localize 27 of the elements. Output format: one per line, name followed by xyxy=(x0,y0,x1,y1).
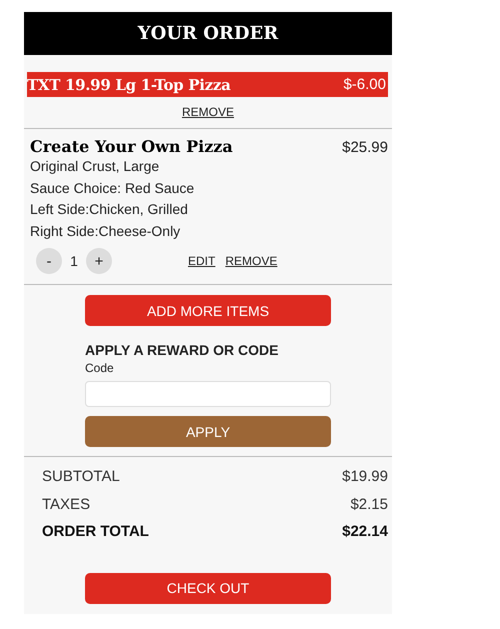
total-label: ORDER TOTAL xyxy=(42,522,149,542)
increase-button[interactable]: + xyxy=(86,248,112,274)
item-detail: Sauce Choice: Red Sauce xyxy=(30,178,196,198)
total-label: SUBTOTAL xyxy=(42,467,120,487)
total-value: $2.15 xyxy=(350,494,388,514)
remove-link[interactable]: REMOVE xyxy=(182,105,234,119)
code-field[interactable] xyxy=(85,381,331,407)
edit-link[interactable]: EDIT xyxy=(188,254,216,268)
item-detail: Original Crust, Large xyxy=(30,157,160,176)
coupon-name: TXT 19.99 Lg 1-Top Pizza xyxy=(27,76,231,94)
total-value: $19.99 xyxy=(342,467,388,487)
total-label: TAXES xyxy=(42,494,90,514)
order-title: YOUR ORDER xyxy=(138,23,278,44)
reward-heading: APPLY A REWARD OR CODE xyxy=(85,342,280,358)
item-price: $25.99 xyxy=(342,139,388,156)
decrease-button[interactable]: - xyxy=(36,248,62,274)
apply-button[interactable]: APPLY xyxy=(85,416,331,447)
code-label: Code xyxy=(85,361,115,375)
coupon-amount: $-6.00 xyxy=(343,76,387,93)
item-detail: Left Side:Chicken, Grilled xyxy=(30,200,189,219)
item-detail: Right Side:Cheese-Only xyxy=(30,222,182,241)
total-value: $22.14 xyxy=(342,522,388,542)
remove-link[interactable]: REMOVE xyxy=(225,254,278,268)
item-name: Create Your Own Pizza xyxy=(30,137,233,156)
checkout-button[interactable]: CHECK OUT xyxy=(85,572,331,604)
quantity-value: 1 xyxy=(69,253,79,269)
add-more-items-button[interactable]: ADD MORE ITEMS xyxy=(85,295,331,326)
